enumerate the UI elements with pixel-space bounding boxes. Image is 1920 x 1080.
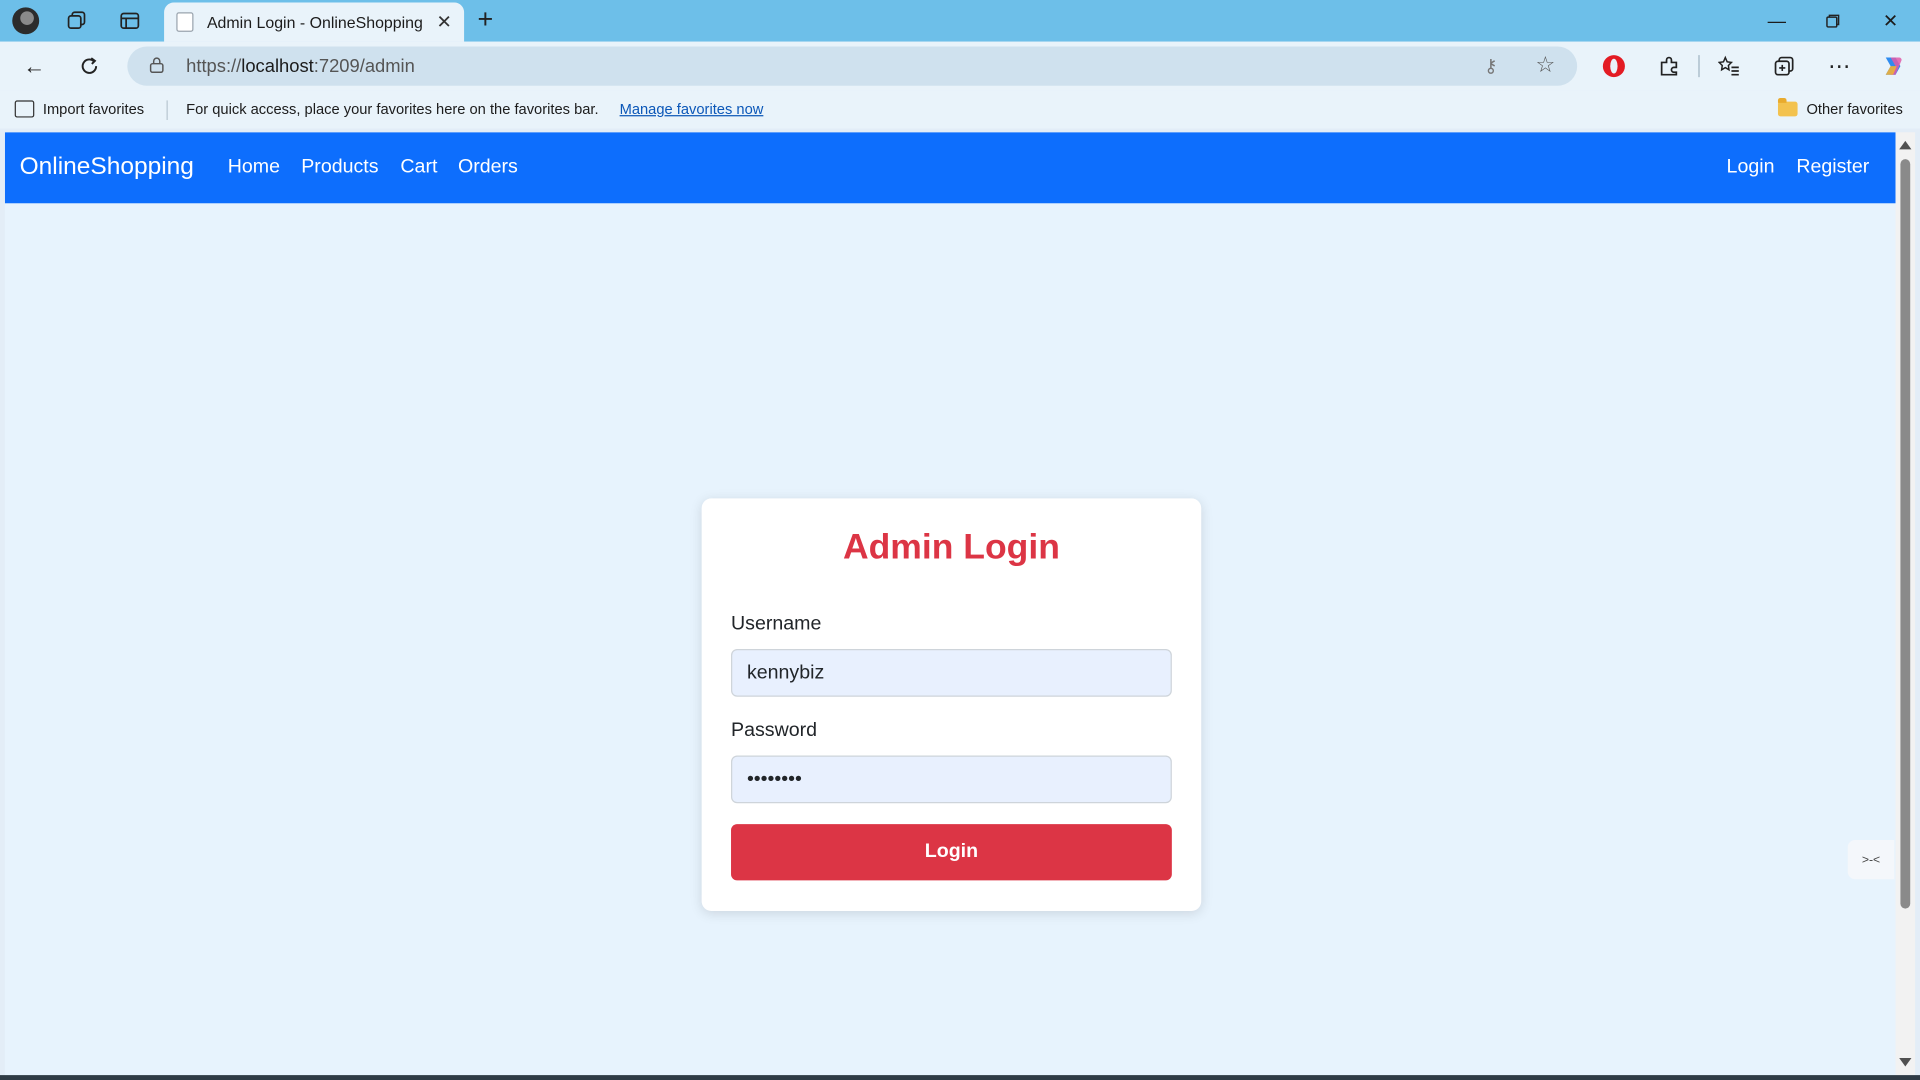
scroll-down-icon[interactable] xyxy=(1899,1057,1912,1067)
site-brand-link[interactable]: OnlineShopping xyxy=(20,153,194,181)
password-label: Password xyxy=(731,720,818,741)
nav-link-login[interactable]: Login xyxy=(1727,157,1775,179)
close-window-icon[interactable]: ✕ xyxy=(1872,7,1909,34)
back-icon[interactable]: ← xyxy=(21,53,48,80)
favorites-divider xyxy=(166,100,168,121)
nav-link-orders[interactable]: Orders xyxy=(458,157,518,179)
other-favorites-button[interactable]: Other favorites xyxy=(1778,97,1903,118)
favorites-bar: Import favorites For quick access, place… xyxy=(0,90,1920,129)
folder-icon xyxy=(1778,97,1798,117)
more-icon[interactable]: ⋯ xyxy=(1826,53,1853,80)
toolbar-divider xyxy=(1698,55,1700,78)
url-host: localhost xyxy=(241,56,314,78)
password-input[interactable] xyxy=(731,755,1172,804)
address-bar-row: ← https://localhost:7209/admin ⚷ ☆ ⋯ xyxy=(0,41,1920,91)
login-title: Admin Login xyxy=(842,527,1060,567)
manage-favorites-link[interactable]: Manage favorites now xyxy=(620,100,764,117)
minimize-icon[interactable]: — xyxy=(1758,7,1795,34)
web-page: OnlineShopping Home Products Cart Orders… xyxy=(4,132,1896,1076)
tab-title: Admin Login - OnlineShopping xyxy=(206,12,423,32)
favorites-icon[interactable] xyxy=(1716,53,1743,80)
nav-link-home[interactable]: Home xyxy=(228,157,280,179)
adblock-extension-icon[interactable] xyxy=(1602,55,1625,78)
refresh-icon[interactable] xyxy=(76,53,103,80)
active-tab[interactable]: Admin Login - OnlineShopping ✕ xyxy=(164,2,465,42)
nav-link-products[interactable]: Products xyxy=(301,157,378,179)
page-scrollbar[interactable] xyxy=(1895,132,1916,1076)
close-tab-icon[interactable]: ✕ xyxy=(436,11,451,33)
scrollbar-thumb[interactable] xyxy=(1900,159,1911,909)
sidebar-toggle-widget[interactable]: >-< xyxy=(1847,840,1895,880)
scroll-up-icon[interactable] xyxy=(1899,140,1912,150)
username-label: Username xyxy=(731,613,822,635)
page-favicon-icon xyxy=(176,12,194,32)
new-tab-icon[interactable]: + xyxy=(478,6,494,33)
import-favorites-label: Import favorites xyxy=(42,100,145,118)
window-bottom-edge xyxy=(0,1075,1920,1080)
vertical-tabs-icon[interactable] xyxy=(116,7,143,34)
extensions-icon[interactable] xyxy=(1656,53,1683,80)
favorites-message: For quick access, place your favorites h… xyxy=(186,100,599,118)
profile-avatar-icon[interactable] xyxy=(12,7,40,35)
restore-icon[interactable] xyxy=(1815,7,1852,34)
nav-link-register[interactable]: Register xyxy=(1796,157,1869,179)
url-scheme: https:// xyxy=(186,56,242,78)
import-favorites-button[interactable]: Import favorites xyxy=(14,100,145,118)
other-favorites-label: Other favorites xyxy=(1806,100,1903,118)
workspaces-icon[interactable] xyxy=(64,7,91,34)
favorite-star-icon[interactable]: ☆ xyxy=(1536,53,1556,79)
admin-login-card: Admin Login Username Password Login xyxy=(701,498,1202,912)
import-icon xyxy=(14,100,35,118)
nav-link-cart[interactable]: Cart xyxy=(400,157,437,179)
url-path: :7209/admin xyxy=(313,56,415,78)
username-input[interactable] xyxy=(731,648,1172,697)
collections-icon[interactable] xyxy=(1771,53,1798,80)
browser-window: Admin Login - OnlineShopping ✕ + — ✕ ← h… xyxy=(0,0,1920,1080)
url-text[interactable]: https://localhost:7209/admin xyxy=(186,56,415,77)
app-root: Admin Login - OnlineShopping ✕ + — ✕ ← h… xyxy=(0,0,1920,1080)
title-bar: Admin Login - OnlineShopping ✕ + — ✕ xyxy=(0,0,1920,42)
key-icon[interactable]: ⚷ xyxy=(1484,55,1497,77)
url-bar[interactable]: https://localhost:7209/admin ⚷ ☆ xyxy=(127,46,1578,86)
copilot-icon[interactable] xyxy=(1880,53,1907,80)
login-submit-button[interactable]: Login xyxy=(731,824,1172,881)
lock-icon[interactable] xyxy=(149,56,164,73)
site-navbar: OnlineShopping Home Products Cart Orders… xyxy=(4,132,1896,204)
